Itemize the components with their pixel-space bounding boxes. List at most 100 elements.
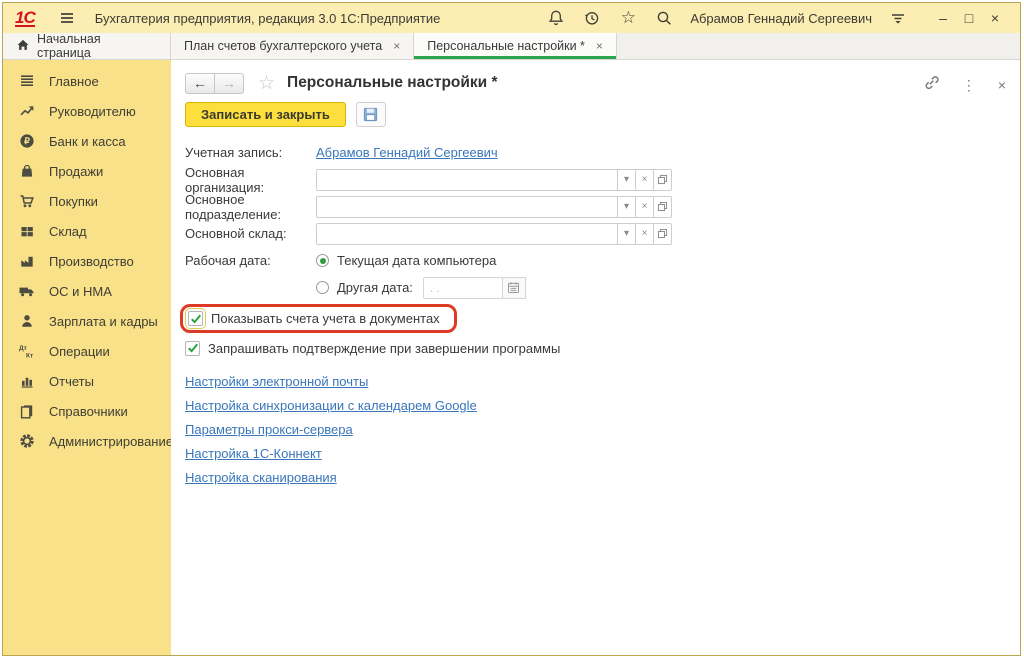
sidebar-item-main[interactable]: Главное [3,66,171,96]
dropdown-arrow-icon[interactable]: ▾ [617,196,636,218]
tab-label: Начальная страница [37,32,157,60]
sidebar-item-label: Администрирование [49,434,173,449]
clear-field-icon[interactable]: × [635,223,654,245]
work-date-label: Рабочая дата: [185,253,316,268]
history-icon[interactable] [583,9,601,27]
sidebar-item-bank-cash[interactable]: ₽ Банк и касса [3,126,171,156]
open-choice-icon[interactable] [653,223,672,245]
sidebar-item-warehouse[interactable]: Склад [3,216,171,246]
department-input[interactable] [316,196,618,218]
tab-close-icon[interactable]: × [596,39,603,53]
calendar-icon[interactable] [502,277,526,299]
notifications-bell-icon[interactable] [547,9,565,27]
dropdown-arrow-icon[interactable]: ▾ [617,169,636,191]
tab-bar: Начальная страница План счетов бухгалтер… [3,33,1020,60]
open-choice-icon[interactable] [653,169,672,191]
shopping-bag-icon [18,163,36,179]
open-choice-icon[interactable] [653,196,672,218]
debit-credit-icon: ДтКт [18,343,36,359]
radio-other-date[interactable] [316,281,329,294]
close-form-icon[interactable]: × [998,77,1006,93]
sidebar-item-directories[interactable]: Справочники [3,396,171,426]
favorites-star-icon[interactable]: ☆ [619,9,637,27]
google-calendar-sync-link[interactable]: Настройка синхронизации с календарем Goo… [185,394,477,418]
department-label: Основное подразделение: [185,192,316,222]
email-settings-link[interactable]: Настройки электронной почты [185,370,368,394]
trend-chart-icon [18,103,36,119]
bar-chart-icon [18,373,36,389]
organization-input[interactable] [316,169,618,191]
clear-field-icon[interactable]: × [635,169,654,191]
radio-current-date-label: Текущая дата компьютера [337,253,496,268]
confirm-exit-row: Запрашивать подтверждение при завершении… [185,335,1006,361]
favorite-star-icon[interactable]: ☆ [258,72,275,95]
sidebar-item-label: Продажи [49,164,103,179]
sidebar-item-label: Покупки [49,194,98,209]
clear-field-icon[interactable]: × [635,196,654,218]
sidebar-item-label: Отчеты [49,374,94,389]
search-icon[interactable] [655,9,673,27]
tab-chart-of-accounts[interactable]: План счетов бухгалтерского учета × [171,33,414,59]
sidebar-item-label: Руководителю [49,104,136,119]
personal-settings-panel: ← → ☆ Персональные настройки * ⋮ × Запис… [171,60,1020,655]
minimize-button[interactable]: – [930,10,956,26]
nav-back-button[interactable]: ← [185,73,215,94]
sidebar-item-reports[interactable]: Отчеты [3,366,171,396]
account-user-link[interactable]: Абрамов Геннадий Сергеевич [316,145,498,160]
current-user[interactable]: Абрамов Геннадий Сергеевич [690,11,872,26]
sidebar-item-manager[interactable]: Руководителю [3,96,171,126]
tab-personal-settings[interactable]: Персональные настройки * × [414,33,617,59]
sidebar-item-fixed-assets[interactable]: ОС и НМА [3,276,171,306]
checkbox-show-accounts[interactable] [188,311,203,326]
checkbox-confirm-exit[interactable] [185,341,200,356]
page-title: Персональные настройки * [287,74,497,92]
1c-connect-link[interactable]: Настройка 1С-Коннект [185,442,322,466]
tab-close-icon[interactable]: × [393,39,400,53]
sidebar-item-payroll-hr[interactable]: Зарплата и кадры [3,306,171,336]
sidebar-item-label: Операции [49,344,110,359]
sidebar-item-label: Банк и касса [49,134,126,149]
truck-icon [18,283,36,299]
proxy-server-link[interactable]: Параметры прокси-сервера [185,418,353,442]
warehouse-input[interactable] [316,223,618,245]
service-menu-icon[interactable] [889,9,907,27]
scanning-settings-link[interactable]: Настройка сканирования [185,466,337,490]
sidebar-item-label: Производство [49,254,134,269]
checkbox-confirm-exit-label: Запрашивать подтверждение при завершении… [208,341,560,356]
settings-links: Настройки электронной почты Настройка си… [185,370,1006,490]
sidebar-item-operations[interactable]: ДтКт Операции [3,336,171,366]
tab-label: План счетов бухгалтерского учета [184,39,382,53]
sidebar-item-label: Главное [49,74,99,89]
sidebar-item-label: Зарплата и кадры [49,314,158,329]
sidebar-item-label: ОС и НМА [49,284,112,299]
books-icon [18,403,36,419]
maximize-button[interactable]: □ [956,10,982,26]
dropdown-arrow-icon[interactable]: ▾ [617,223,636,245]
title-bar: 1С Бухгалтерия предприятия, редакция 3.0… [3,3,1020,33]
save-and-close-button[interactable]: Записать и закрыть [185,102,346,127]
menu-lines-icon [18,73,36,89]
boxes-grid-icon [18,223,36,239]
organization-row: Основная организация: ▾ × [185,166,1006,193]
sidebar-item-label: Справочники [49,404,128,419]
get-link-icon[interactable] [923,74,940,96]
sidebar-item-administration[interactable]: Администрирование [3,426,171,456]
section-sidebar: Главное Руководителю ₽ Банк и касса Прод… [3,60,171,655]
close-window-button[interactable]: × [982,10,1008,26]
more-menu-icon[interactable]: ⋮ [962,77,976,94]
main-menu-icon[interactable] [58,9,76,27]
other-date-input[interactable] [423,277,503,299]
app-title: Бухгалтерия предприятия, редакция 3.0 1С… [95,11,441,26]
sidebar-item-sales[interactable]: Продажи [3,156,171,186]
sidebar-item-purchases[interactable]: Покупки [3,186,171,216]
1c-logo-icon: 1С [15,10,35,27]
sidebar-item-production[interactable]: Производство [3,246,171,276]
factory-icon [18,253,36,269]
svg-text:Кт: Кт [26,353,33,360]
other-date-row: Другая дата: [185,274,1006,301]
gear-icon [18,433,36,449]
tab-home[interactable]: Начальная страница [3,33,171,59]
radio-current-date[interactable] [316,254,329,267]
save-button[interactable] [356,102,386,127]
nav-forward-button[interactable]: → [214,73,244,94]
